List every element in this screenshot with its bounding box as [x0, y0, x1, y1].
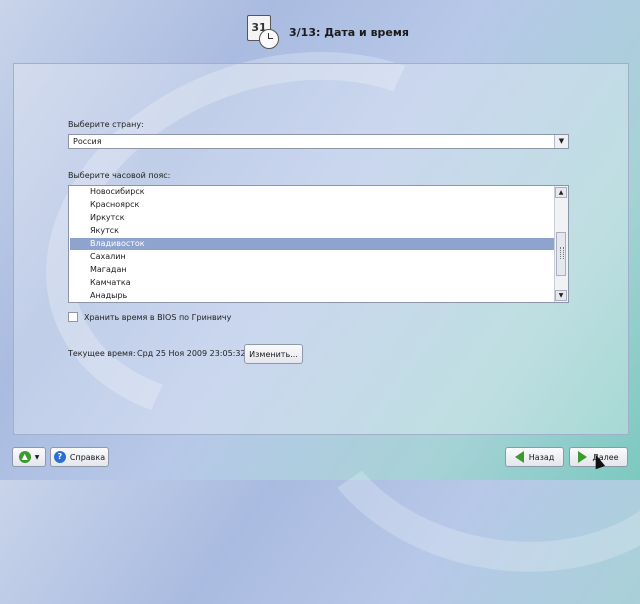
current-time-label: Текущее время: — [68, 349, 136, 358]
timezone-item-vladivostok[interactable]: Владивосток — [70, 238, 556, 250]
timezone-item-yakutsk[interactable]: Якутск — [70, 225, 556, 237]
scroll-down-icon[interactable]: ▼ — [555, 290, 567, 301]
help-button-label: Справка — [69, 452, 106, 462]
back-button[interactable]: Назад — [505, 447, 564, 467]
country-select-value: Россия — [73, 137, 102, 146]
country-label: Выберите страну: — [68, 120, 144, 129]
arrow-left-icon — [514, 451, 524, 463]
timezone-item-sakhalin[interactable]: Сахалин — [70, 251, 556, 263]
change-time-button[interactable]: Изменить... — [244, 344, 303, 364]
timezone-item-anadyr[interactable]: Анадырь — [70, 290, 556, 302]
dropdown-arrow-icon: ▼ — [34, 453, 40, 461]
step-header: 31 3/13: Дата и время — [247, 14, 409, 50]
current-time-value: Срд 25 Ноя 2009 23:05:32 — [137, 349, 246, 358]
help-icon: ? — [53, 451, 66, 463]
bios-utc-checkbox[interactable] — [68, 312, 78, 322]
scroll-up-icon[interactable]: ▲ — [555, 187, 567, 198]
clock-icon — [259, 29, 279, 49]
arrow-right-icon — [578, 451, 588, 463]
timezone-label: Выберите часовой пояс: — [68, 171, 171, 180]
timezone-item-novosibirsk[interactable]: Новосибирск — [70, 186, 556, 198]
country-select[interactable]: Россия ▼ — [68, 134, 569, 149]
chevron-down-icon[interactable]: ▼ — [554, 135, 568, 148]
help-button[interactable]: ? Справка — [50, 447, 109, 467]
change-time-button-label: Изменить... — [249, 349, 298, 359]
timezone-item-magadan[interactable]: Магадан — [70, 264, 556, 276]
scrollbar-thumb[interactable] — [556, 232, 566, 276]
menu-button[interactable]: ▲ ▼ — [12, 447, 46, 467]
timezone-item-kamchatka[interactable]: Камчатка — [70, 277, 556, 289]
step-title: 3/13: Дата и время — [289, 25, 409, 39]
timezone-list[interactable]: Новосибирск Красноярск Иркутск Якутск Вл… — [68, 185, 569, 303]
back-button-label: Назад — [528, 452, 555, 462]
timezone-item-krasnoyarsk[interactable]: Красноярск — [70, 199, 556, 211]
timezone-item-irkutsk[interactable]: Иркутск — [70, 212, 556, 224]
timezone-scrollbar[interactable]: ▲ ▼ — [554, 186, 568, 302]
calendar-clock-icon: 31 — [247, 15, 279, 49]
bios-utc-label[interactable]: Хранить время в BIOS по Гринвичу — [84, 313, 231, 322]
up-arrow-icon: ▲ — [18, 451, 31, 463]
